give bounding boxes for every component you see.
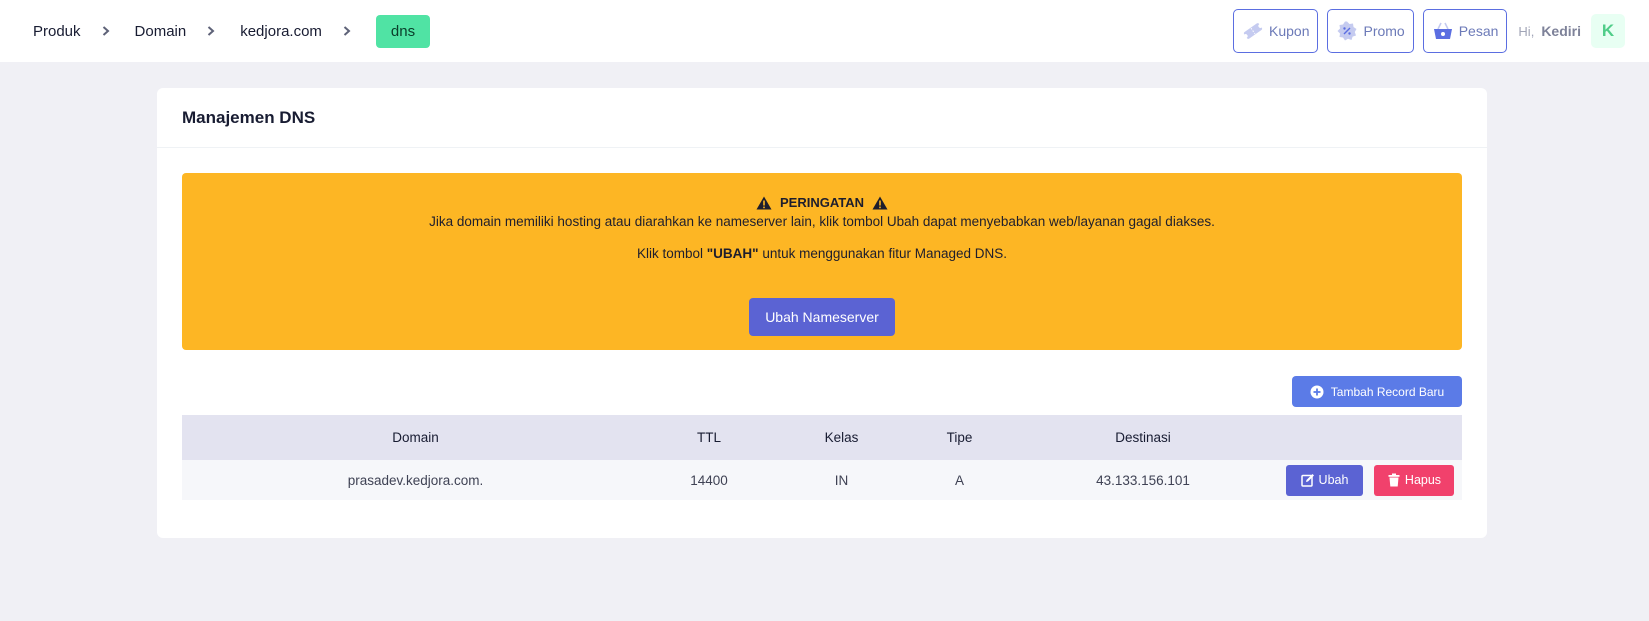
dns-records-table: Domain TTL Kelas Tipe Destinasi prasadev… [182, 415, 1462, 500]
chevron-right-icon [336, 26, 358, 36]
warning-message: Jika domain memiliki hosting atau diarah… [429, 214, 1215, 229]
col-destinasi: Destinasi [1115, 430, 1171, 445]
breadcrumb-produk[interactable]: Produk [33, 23, 81, 40]
col-kelas: Kelas [824, 430, 859, 445]
cell-kelas: IN [834, 472, 849, 488]
delete-record-button[interactable]: Hapus [1374, 464, 1454, 496]
warning-instruction: Klik tombol "UBAH" untuk menggunakan fit… [182, 246, 1462, 261]
warning-instruction-prefix: Klik tombol [637, 246, 707, 261]
col-ttl: TTL [696, 430, 721, 445]
edit-icon [1300, 473, 1315, 487]
pesan-label: Pesan [1458, 23, 1499, 39]
card-header: Manajemen DNS [157, 88, 1487, 148]
breadcrumb-dns-active: dns [375, 14, 431, 48]
cell-domain: prasadev.kedjora.com. [347, 472, 484, 488]
warning-title-row: PERINGATAN [182, 195, 1462, 210]
breadcrumb-domain[interactable]: Domain [135, 23, 187, 40]
greeting-text: Hi, [1518, 23, 1535, 39]
warning-icon [872, 196, 888, 210]
ubah-nameserver-button[interactable]: Ubah Nameserver [749, 298, 895, 336]
table-header-row: Domain TTL Kelas Tipe Destinasi [182, 415, 1462, 460]
promo-label: Promo [1363, 23, 1405, 39]
warning-icon [756, 196, 772, 210]
cell-tipe: A [954, 472, 964, 488]
chevron-right-icon [95, 26, 117, 36]
warning-instruction-bold: "UBAH" [706, 246, 759, 261]
edit-label: Ubah [1318, 473, 1349, 487]
cell-actions: Ubah Hapus [1281, 460, 1462, 500]
trash-icon [1387, 473, 1401, 487]
add-record-button[interactable]: Tambah Record Baru [1292, 376, 1462, 407]
username: Kediri [1541, 23, 1581, 39]
pesan-button[interactable]: Pesan [1422, 9, 1508, 53]
col-domain: Domain [392, 430, 439, 445]
warning-instruction-suffix: untuk menggunakan fitur Managed DNS. [758, 246, 1007, 261]
breadcrumb-kedjora[interactable]: kedjora.com [240, 23, 322, 40]
basket-icon [1432, 20, 1454, 42]
dns-card: Manajemen DNS PERINGATAN Jika domain mem… [157, 88, 1487, 538]
page-title: Manajemen DNS [182, 107, 316, 127]
plus-circle-icon [1310, 385, 1324, 399]
table-row: prasadev.kedjora.com. 14400 IN A 43.133.… [182, 460, 1462, 500]
delete-label: Hapus [1404, 473, 1442, 487]
col-tipe: Tipe [946, 430, 973, 445]
promo-button[interactable]: Promo [1327, 9, 1414, 53]
cell-destinasi: 43.133.156.101 [1096, 472, 1190, 488]
header-tools: Kupon Promo Pesan Hi, Kediri K [1224, 9, 1625, 53]
top-bar: Produk Domain kedjora.com dns Kupon Prom… [0, 0, 1649, 62]
promo-badge-icon [1336, 20, 1358, 42]
ticket-icon [1242, 20, 1264, 42]
add-record-label: Tambah Record Baru [1330, 384, 1445, 399]
kupon-label: Kupon [1269, 23, 1310, 39]
cell-ttl: 14400 [690, 472, 728, 488]
col-actions [1281, 415, 1462, 460]
warning-title: PERINGATAN [779, 195, 865, 210]
warning-alert: PERINGATAN Jika domain memiliki hosting … [182, 173, 1462, 350]
chevron-right-icon [200, 26, 222, 36]
avatar[interactable]: K [1591, 14, 1625, 48]
breadcrumb: Produk Domain kedjora.com dns [33, 14, 431, 48]
kupon-button[interactable]: Kupon [1233, 9, 1319, 53]
edit-record-button[interactable]: Ubah [1286, 464, 1363, 496]
